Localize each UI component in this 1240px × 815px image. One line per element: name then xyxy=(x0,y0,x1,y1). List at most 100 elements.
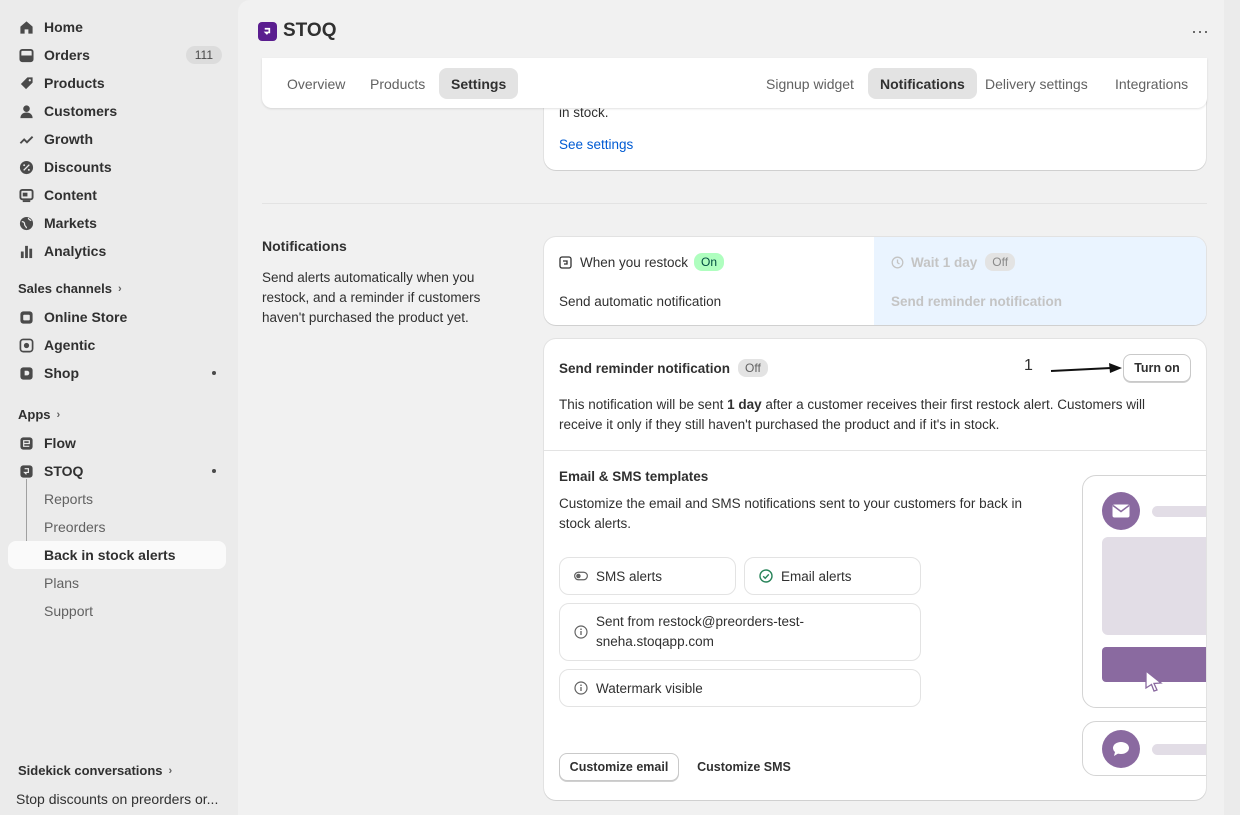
customize-email-button[interactable]: Customize email xyxy=(559,753,679,781)
apps-heading[interactable]: Apps › xyxy=(18,407,60,422)
section-divider xyxy=(262,203,1207,204)
main-content: STOQ ⋯ in stock. See settings Overview P… xyxy=(238,0,1232,815)
tab-delivery-settings[interactable]: Delivery settings xyxy=(973,68,1100,99)
subnav-preorders[interactable]: Preorders xyxy=(8,513,226,541)
nav-shop-label: Shop xyxy=(44,365,79,381)
stoq-logo-icon xyxy=(258,21,277,41)
nav-customers-label: Customers xyxy=(44,103,118,119)
orders-count-badge: 111 xyxy=(185,46,222,64)
nav-flow[interactable]: Flow xyxy=(8,429,226,457)
sales-channels-label: Sales channels xyxy=(18,281,112,296)
envelope-icon xyxy=(1102,492,1140,530)
sent-from-info: Sent from restock@preorders-test-sneha.s… xyxy=(559,603,921,661)
nav-growth[interactable]: Growth xyxy=(8,125,226,153)
nav-analytics-label: Analytics xyxy=(44,243,107,259)
nav-orders[interactable]: Orders 111 xyxy=(8,41,226,69)
tab-settings[interactable]: Settings xyxy=(439,68,519,99)
nav-markets[interactable]: Markets xyxy=(8,209,226,237)
nav-agentic-label: Agentic xyxy=(44,337,96,353)
nav-stoq[interactable]: STOQ xyxy=(8,457,226,485)
sidekick-conversation-item[interactable]: Stop discounts on preorders or... xyxy=(16,791,218,807)
reminder-title: Send reminder notification xyxy=(559,360,731,376)
sent-from-label: Sent from restock@preorders-test-sneha.s… xyxy=(596,614,805,649)
watermark-info: Watermark visible xyxy=(559,669,921,707)
subnav-back-in-stock[interactable]: Back in stock alerts xyxy=(8,541,226,569)
globe-icon xyxy=(18,215,34,231)
tab-integrations[interactable]: Integrations xyxy=(1103,68,1200,99)
flow-icon xyxy=(18,435,34,451)
shop-icon xyxy=(18,365,34,381)
nav-orders-label: Orders xyxy=(44,47,90,63)
shop-status-dot xyxy=(212,371,216,375)
tab-bar: Overview Products Settings Signup widget… xyxy=(262,58,1207,108)
info-icon xyxy=(574,681,588,695)
watermark-label: Watermark visible xyxy=(596,680,703,696)
growth-icon xyxy=(18,131,34,147)
toggle-off-icon xyxy=(574,569,588,583)
step-wait[interactable]: Wait 1 day Off Send reminder notificatio… xyxy=(874,237,1206,325)
sms-alerts-toggle[interactable]: SMS alerts xyxy=(559,557,736,595)
clock-icon xyxy=(891,256,904,269)
nav-content[interactable]: Content xyxy=(8,181,226,209)
step-restock-status-badge: On xyxy=(694,253,725,271)
nav-agentic[interactable]: Agentic xyxy=(8,331,226,359)
email-alerts-toggle[interactable]: Email alerts xyxy=(744,557,921,595)
nav-customers[interactable]: Customers xyxy=(8,97,226,125)
step-restock[interactable]: When you restock On Send automatic notif… xyxy=(544,237,874,325)
nav-products[interactable]: Products xyxy=(8,69,226,97)
tab-notifications[interactable]: Notifications xyxy=(868,68,977,99)
see-settings-link[interactable]: See settings xyxy=(559,137,633,152)
step-restock-label: When you restock xyxy=(580,254,689,270)
notifications-section-title: Notifications xyxy=(262,238,347,254)
chevron-right-icon: › xyxy=(168,764,173,777)
subnav-reports[interactable]: Reports xyxy=(8,485,226,513)
turn-on-button[interactable]: Turn on xyxy=(1123,354,1191,382)
templates-description: Customize the email and SMS notification… xyxy=(559,496,1022,531)
sidebar: Home Orders 111 Products Customers Growt… xyxy=(0,0,238,815)
nav-online-store[interactable]: Online Store xyxy=(8,303,226,331)
subnav-support[interactable]: Support xyxy=(8,597,226,625)
bar-chart-icon xyxy=(18,243,34,259)
info-icon xyxy=(574,625,588,639)
discount-icon xyxy=(18,159,34,175)
scrollbar[interactable] xyxy=(1224,0,1232,815)
chevron-right-icon: › xyxy=(117,282,122,295)
nav-online-store-label: Online Store xyxy=(44,309,128,325)
reminder-card: Send reminder notification Off 1 Turn on… xyxy=(544,339,1206,800)
tab-signup-widget[interactable]: Signup widget xyxy=(754,68,866,99)
sidekick-heading[interactable]: Sidekick conversations › xyxy=(18,763,172,778)
tab-overview[interactable]: Overview xyxy=(275,68,357,99)
content-icon xyxy=(18,187,34,203)
notification-steps-card: When you restock On Send automatic notif… xyxy=(544,237,1206,325)
sales-channels-heading[interactable]: Sales channels › xyxy=(18,281,122,296)
annotation-number: 1 xyxy=(1024,357,1033,374)
customize-sms-button[interactable]: Customize SMS xyxy=(689,753,799,781)
sms-alerts-label: SMS alerts xyxy=(596,568,663,584)
reminder-description: This notification will be sent 1 day aft… xyxy=(559,395,1184,435)
app-header: STOQ xyxy=(258,20,337,42)
step-restock-sub: Send automatic notification xyxy=(559,294,722,309)
subnav-plans[interactable]: Plans xyxy=(8,569,226,597)
check-circle-icon xyxy=(759,569,773,583)
tab-products[interactable]: Products xyxy=(358,68,437,99)
templates-title: Email & SMS templates xyxy=(559,469,709,484)
email-preview-illustration xyxy=(1082,475,1206,708)
nav-home[interactable]: Home xyxy=(8,13,226,41)
step-wait-sub: Send reminder notification xyxy=(891,294,1063,309)
reminder-divider xyxy=(544,450,1206,451)
home-icon xyxy=(18,19,34,35)
nav-growth-label: Growth xyxy=(44,131,93,147)
more-options-icon[interactable]: ⋯ xyxy=(1191,22,1210,43)
storefront-icon xyxy=(18,309,34,325)
nav-markets-label: Markets xyxy=(44,215,97,231)
preview-line xyxy=(1152,744,1206,755)
sms-preview-illustration xyxy=(1082,721,1206,776)
sidekick-label: Sidekick conversations xyxy=(18,763,163,778)
apps-label: Apps xyxy=(18,407,51,422)
step-wait-label: Wait 1 day xyxy=(911,254,978,270)
reminder-desc-bold: 1 day xyxy=(727,397,762,412)
nav-discounts[interactable]: Discounts xyxy=(8,153,226,181)
nav-analytics[interactable]: Analytics xyxy=(8,237,226,265)
step-wait-status-badge: Off xyxy=(985,253,1016,271)
nav-shop[interactable]: Shop xyxy=(8,359,226,387)
